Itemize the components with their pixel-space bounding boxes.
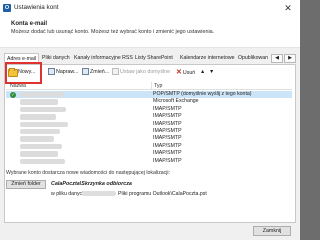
- arrow-up-icon: ▲: [200, 69, 206, 75]
- account-row[interactable]: IMAP/SMTP: [6, 106, 292, 113]
- outlook-app-icon: O: [3, 4, 11, 12]
- account-name-redacted: [20, 129, 60, 135]
- tab-data-files[interactable]: Pliki danych: [40, 53, 72, 64]
- set-default-button[interactable]: Ustaw jako domyślne: [112, 66, 170, 79]
- column-type[interactable]: Typ: [154, 83, 162, 89]
- section-description: Możesz dodać lub usunąć konto. Możesz te…: [11, 29, 215, 35]
- default-check-icon: ✓: [10, 91, 16, 98]
- account-name-redacted: [20, 158, 65, 164]
- tab-sharepoint-lists[interactable]: Listy SharePoint: [133, 53, 175, 64]
- account-name-redacted: [20, 136, 54, 142]
- move-down-button[interactable]: ▼: [209, 66, 214, 79]
- account-name-redacted: [20, 143, 62, 150]
- new-folder-icon: [8, 67, 18, 77]
- account-row[interactable]: IMAP/SMTP: [6, 113, 292, 120]
- account-name-redacted: [20, 106, 66, 113]
- account-row[interactable]: Microsoft Exchange: [6, 98, 292, 105]
- account-row[interactable]: IMAP/SMTP: [6, 135, 292, 142]
- account-toolbar: Nowy... Napraw... Zmień... Ustaw jako do…: [6, 66, 292, 80]
- close-button[interactable]: Zamknij: [253, 226, 291, 236]
- remove-button[interactable]: ✕Usuń: [176, 66, 195, 79]
- move-up-button[interactable]: ▲: [200, 66, 205, 79]
- tab-rss-feeds[interactable]: Kanały informacyjne RSS: [72, 53, 135, 64]
- account-name-redacted: [20, 114, 56, 120]
- section-heading: Konta e-mail: [11, 21, 48, 27]
- new-account-button[interactable]: Nowy...: [8, 66, 35, 79]
- account-row[interactable]: IMAP/SMTP: [6, 143, 292, 150]
- account-row[interactable]: IMAP/SMTP: [6, 150, 292, 157]
- path-redacted: [82, 191, 116, 196]
- column-divider: [151, 82, 152, 90]
- data-file-path: Pliki programu Outlook\CalaPoczta.pst: [118, 191, 207, 197]
- arrow-down-icon: ▼: [209, 69, 215, 75]
- data-file-label: w pliku danych: [51, 191, 86, 197]
- tab-scroll-left-button[interactable]: ◀: [271, 54, 283, 63]
- account-row[interactable]: IMAP/SMTP: [6, 128, 292, 135]
- repair-button[interactable]: Napraw...: [48, 66, 78, 79]
- account-name-redacted: [20, 92, 64, 98]
- remove-icon: ✕: [176, 69, 182, 76]
- account-row[interactable]: IMAP/SMTP: [6, 121, 292, 128]
- delivery-store: CalaPoczta\Skrzynka odbiorcza: [51, 181, 132, 187]
- tab-scroll-right-button[interactable]: ▶: [284, 54, 296, 63]
- column-name[interactable]: Nazwa: [10, 83, 26, 89]
- accounts-list-header: Nazwa Typ: [6, 82, 292, 90]
- close-icon[interactable]: ✕: [282, 2, 294, 14]
- tab-published-calendars[interactable]: Opublikowan: [236, 53, 270, 64]
- set-default-icon: [112, 68, 119, 76]
- account-name-redacted: [20, 151, 58, 157]
- account-row[interactable]: ✓ POP/SMTP (domyślnie wyślij z tego kont…: [6, 91, 292, 99]
- change-folder-button[interactable]: Zmień folder: [6, 180, 46, 189]
- tab-strip: Adres e-mail Pliki danych Kanały informa…: [4, 53, 296, 65]
- change-button[interactable]: Zmień...: [82, 66, 109, 79]
- change-icon: [82, 68, 89, 76]
- account-row[interactable]: IMAP/SMTP: [6, 158, 292, 165]
- delivery-note: Wybrane konto dostarcza nowe wiadomości …: [6, 170, 171, 176]
- account-name-redacted: [20, 121, 68, 127]
- account-settings-window: O Ustawienia kont ✕ Konta e-mail Możesz …: [0, 0, 300, 240]
- repair-icon: [48, 68, 55, 76]
- title-bar: O Ustawienia kont ✕: [0, 0, 300, 16]
- window-title: Ustawienia kont: [14, 4, 59, 11]
- tab-internet-calendars[interactable]: Kalendarze internetowe: [178, 53, 237, 64]
- account-name-redacted: [20, 99, 58, 105]
